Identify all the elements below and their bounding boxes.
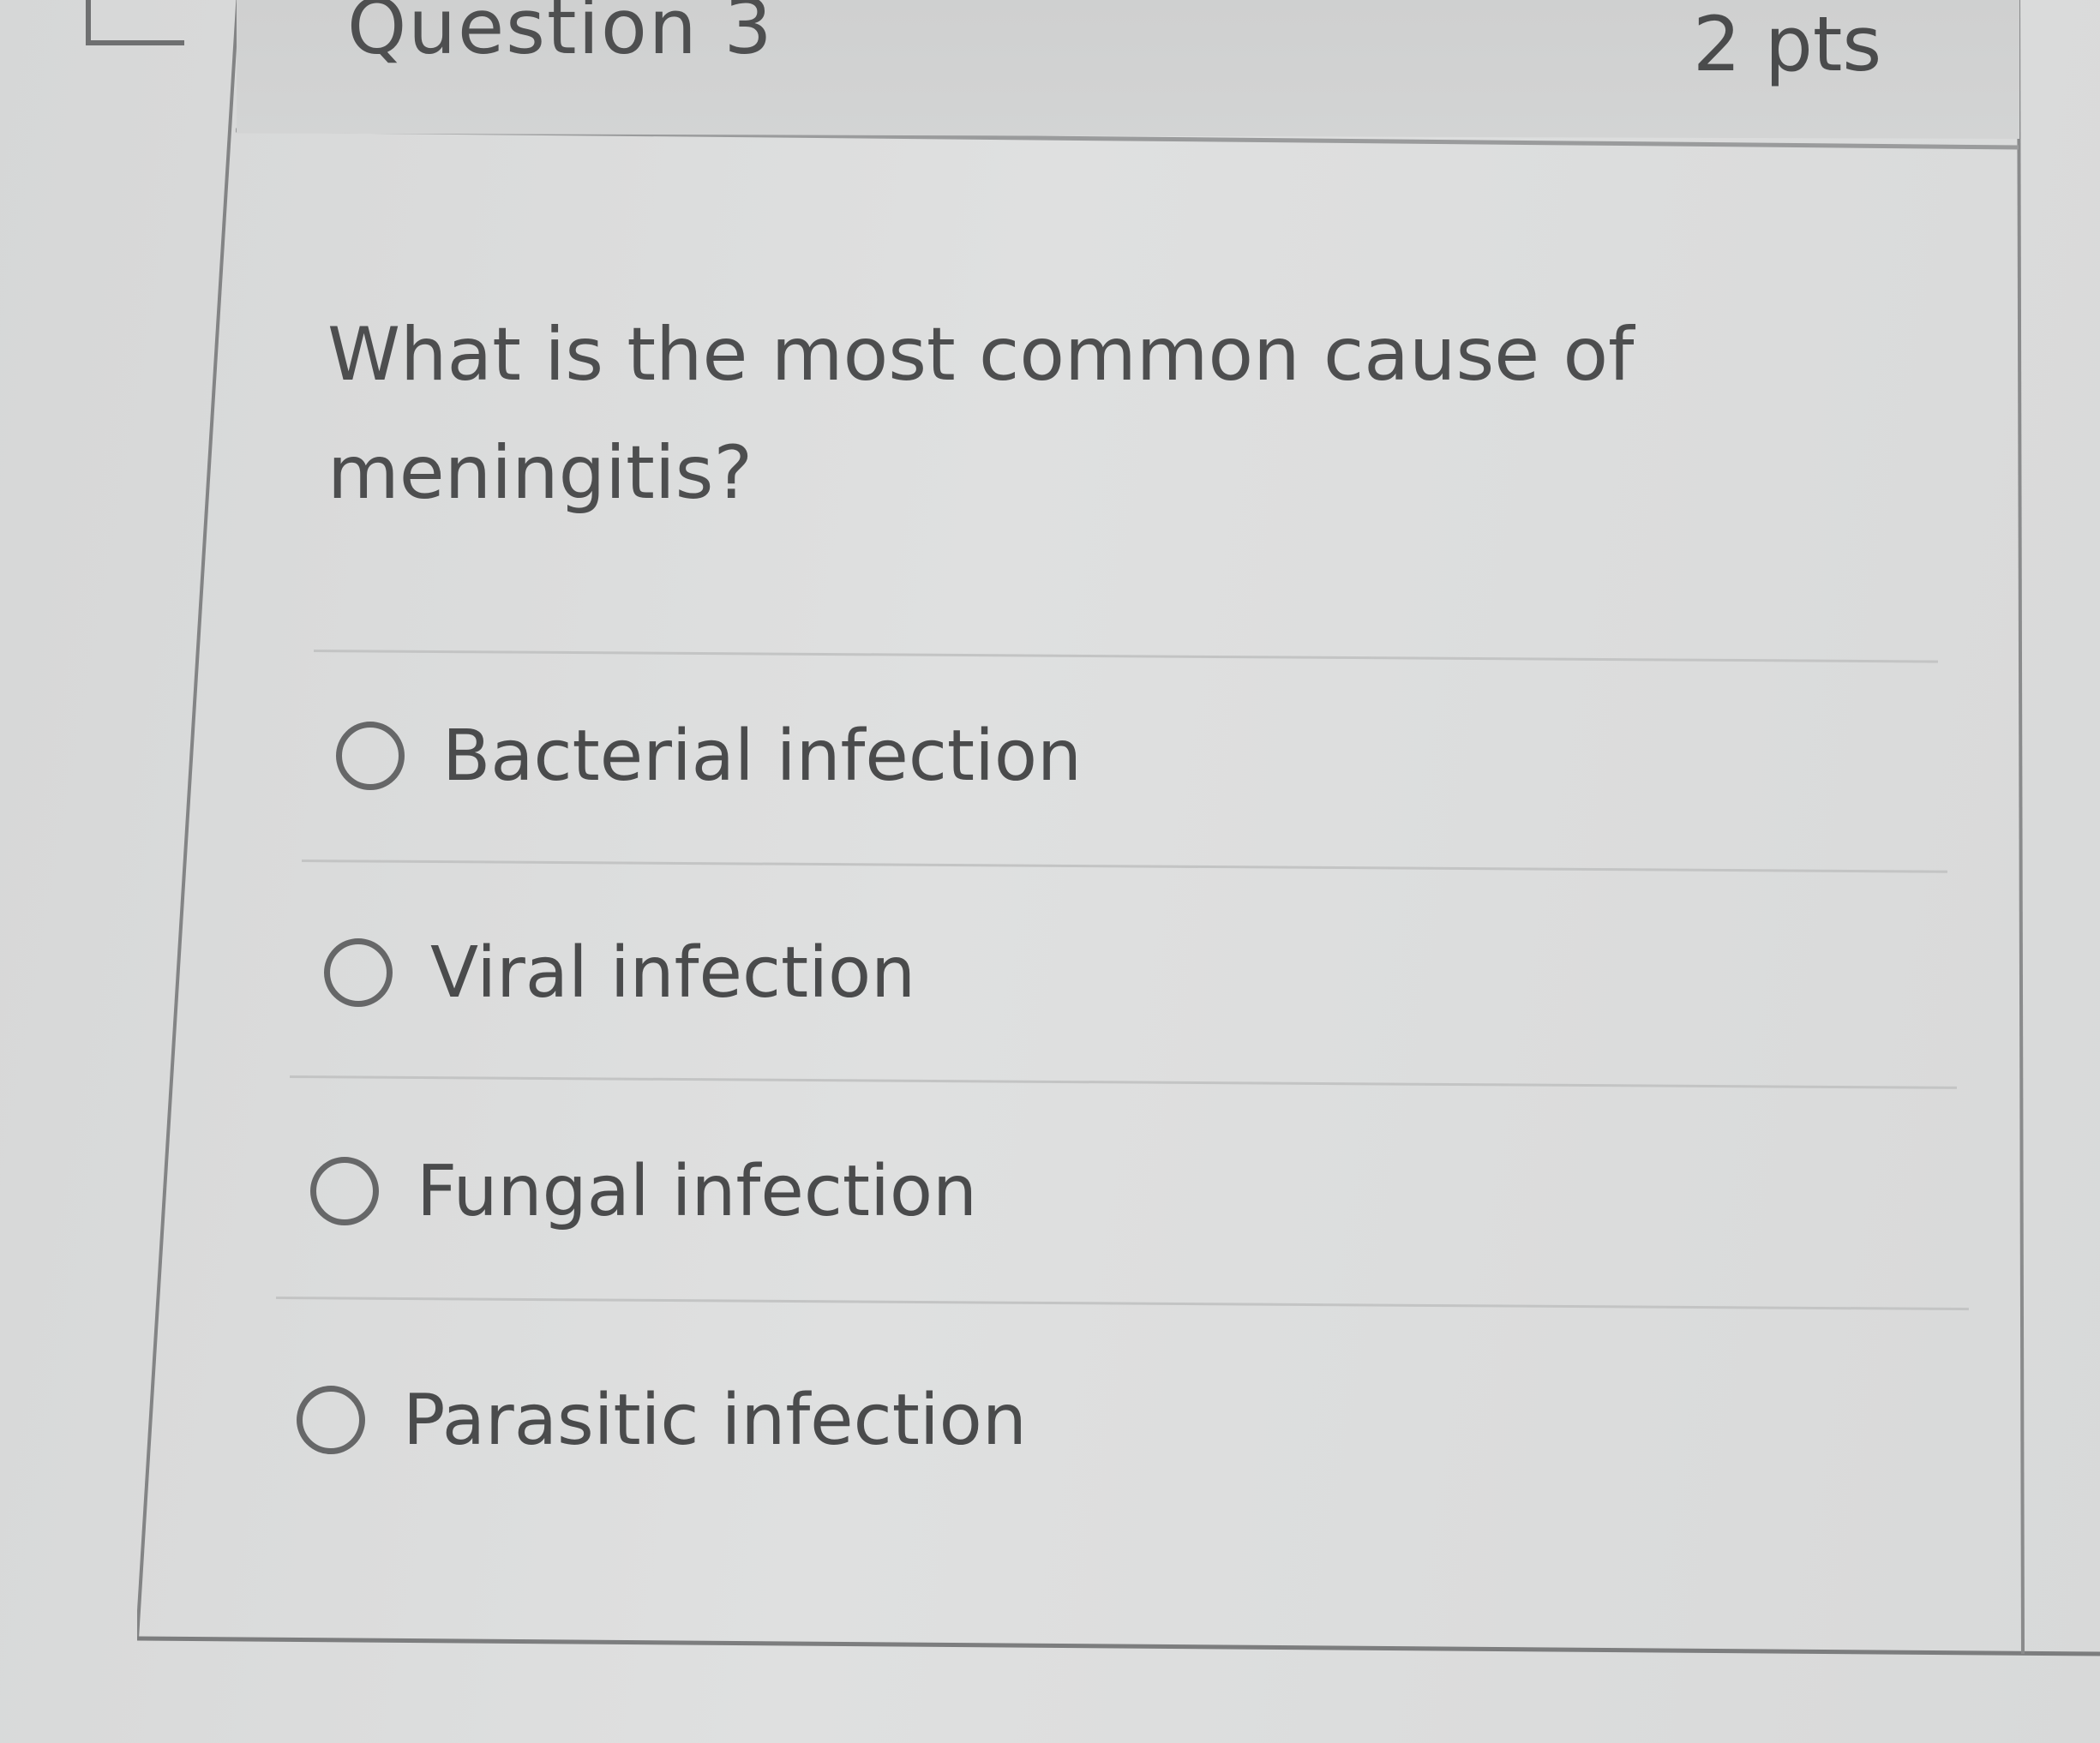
answer-option-viral[interactable]: Viral infection [324, 921, 915, 1024]
question-text: What is the most common cause of meningi… [327, 312, 1635, 516]
radio-button-icon[interactable] [297, 1386, 365, 1454]
radio-button-icon[interactable] [310, 1157, 379, 1225]
answer-option-parasitic[interactable]: Parasitic infection [297, 1369, 1027, 1471]
answer-label: Viral infection [430, 931, 916, 1014]
answer-option-bacterial[interactable]: Bacterial infection [336, 704, 1082, 807]
question-points: 2 pts [1693, 0, 1882, 88]
radio-button-icon[interactable] [324, 938, 393, 1007]
radio-button-icon[interactable] [336, 722, 405, 790]
answer-label: Parasitic infection [403, 1379, 1027, 1461]
question-title: Question 3 [347, 0, 774, 71]
answer-label: Fungal infection [417, 1150, 977, 1232]
answer-option-fungal[interactable]: Fungal infection [310, 1140, 977, 1243]
answer-label: Bacterial infection [442, 715, 1083, 797]
